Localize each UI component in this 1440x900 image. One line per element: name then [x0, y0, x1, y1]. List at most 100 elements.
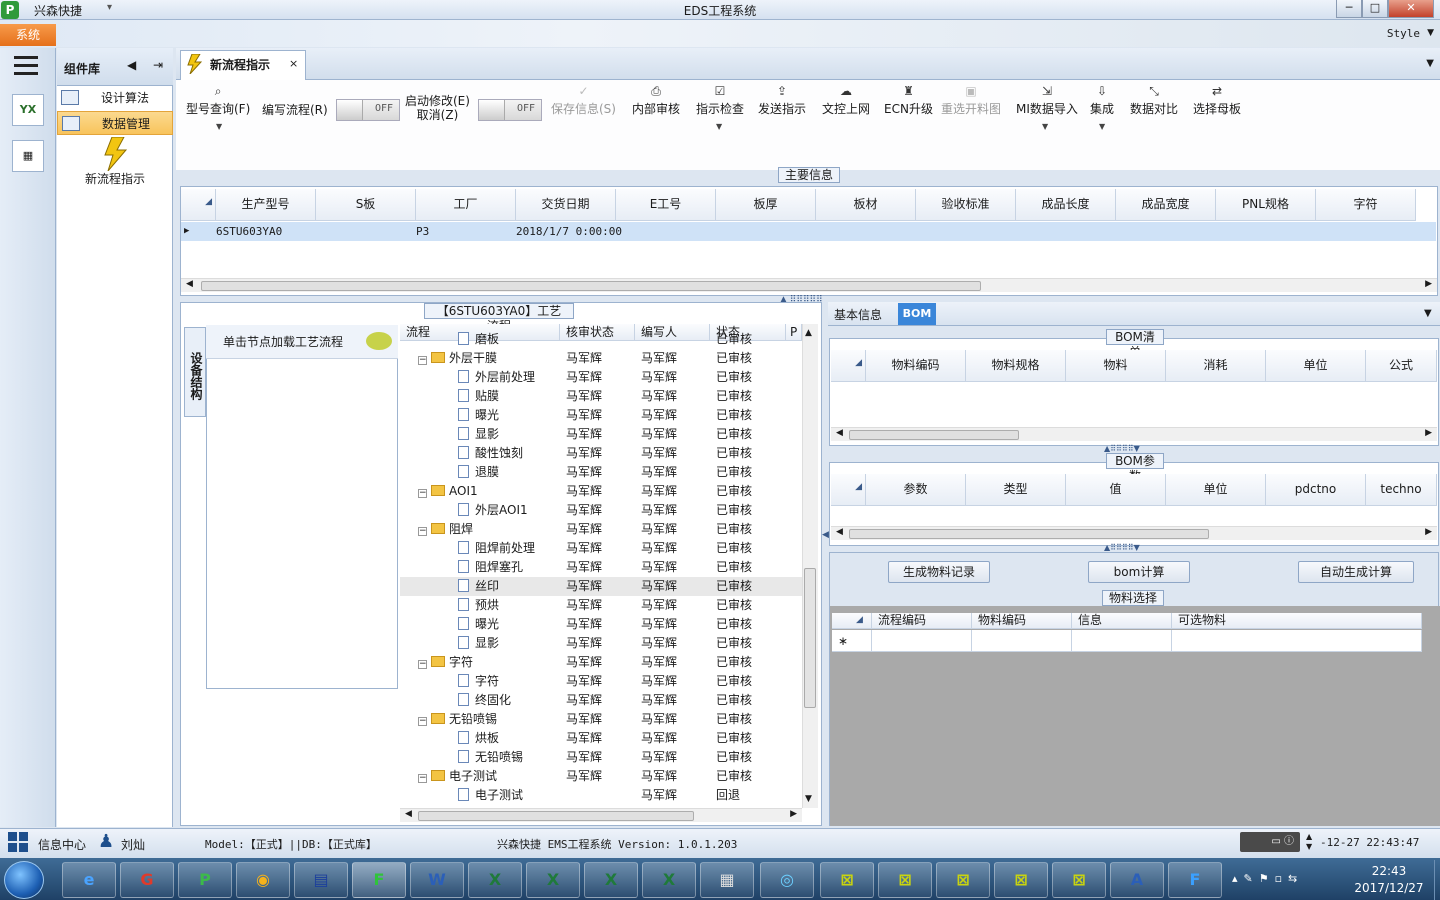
scroll-down-icon[interactable]: ▼ [805, 794, 812, 804]
column-header[interactable]: 字符 [1316, 189, 1416, 221]
tree-row[interactable]: − 阻焊 马军辉 马军辉 已审核 [400, 520, 802, 539]
column-header-flow-code[interactable]: 流程编码 [872, 613, 972, 629]
right-tab-dropdown-icon[interactable]: ▼ [1424, 308, 1432, 319]
start-modify-toggle[interactable]: OFF [478, 99, 542, 121]
grid-corner[interactable]: ◢ [831, 350, 866, 382]
taskbar-excel-icon[interactable]: X [468, 862, 522, 898]
taskbar-eye-app-icon[interactable]: ◎ [760, 862, 814, 898]
tree-row[interactable]: 贴膜 马军辉 马军辉 已审核 [400, 387, 802, 406]
style-dropdown-icon[interactable]: ▼ [1427, 28, 1434, 38]
column-header[interactable]: 消耗 [1166, 350, 1266, 382]
tree-row[interactable]: − 字符 马军辉 马军辉 已审核 [400, 653, 802, 672]
component-item-design-algorithm[interactable]: 设计算法 [57, 86, 173, 110]
taskbar-ie-icon[interactable]: e [62, 862, 116, 898]
collapse-toggle-icon[interactable]: − [418, 489, 427, 498]
splitter-handle-icon[interactable]: ▲⠿⠿⠿⠿▼ [1104, 444, 1140, 453]
collapse-toggle-icon[interactable]: − [418, 717, 427, 726]
bom-calc-button[interactable]: bom计算 [1088, 561, 1190, 583]
start-button-icon[interactable] [4, 861, 44, 899]
column-header[interactable]: 生产型号 [216, 189, 316, 221]
generate-material-record-button[interactable]: 生成物料记录 [888, 561, 990, 583]
taskbar-g-app-icon[interactable]: G [120, 862, 174, 898]
new-row-cell[interactable] [872, 630, 972, 652]
hamburger-menu-icon[interactable] [14, 56, 38, 76]
tree-row[interactable]: 字符 马军辉 马军辉 已审核 [400, 672, 802, 691]
tree-row[interactable]: − AOI1 马军辉 马军辉 已审核 [400, 482, 802, 501]
collapse-left-icon[interactable]: ◀ [127, 58, 136, 72]
instruction-check-dropdown-icon[interactable]: ▼ [716, 122, 722, 131]
tree-node-name[interactable]: − 字符 [418, 653, 473, 672]
tree-node-name[interactable]: 终固化 [458, 691, 511, 710]
tree-row[interactable]: − 外层干膜 马军辉 马军辉 已审核 [400, 349, 802, 368]
column-header[interactable]: 成品长度 [1016, 189, 1116, 221]
new-row-cell[interactable] [972, 630, 1072, 652]
taskbar-p-app-icon[interactable]: P [178, 862, 232, 898]
column-header-optional-material[interactable]: 可选物料 [1172, 613, 1422, 629]
internal-review-button[interactable]: ⎙ 内部审核 [632, 84, 680, 124]
integrate-button[interactable]: ⇩ 集成 [1090, 84, 1114, 124]
tab-bom[interactable]: BOM [898, 303, 936, 325]
tree-node-name[interactable]: 退膜 [458, 463, 499, 482]
flow-tree-vscrollbar[interactable] [802, 324, 818, 808]
minimize-button[interactable]: ─ [1336, 0, 1362, 18]
column-header[interactable]: 物料规格 [966, 350, 1066, 382]
tree-node-name[interactable]: 丝印 [458, 577, 499, 596]
column-header[interactable]: 单位 [1166, 474, 1266, 506]
tree-node-name[interactable]: 曝光 [458, 406, 499, 425]
tree-node-name[interactable]: 阻焊塞孔 [458, 558, 523, 577]
taskbar-save-icon[interactable]: ▤ [294, 862, 348, 898]
lightning-icon[interactable] [100, 137, 130, 171]
auto-generate-calc-button[interactable]: 自动生成计算 [1298, 561, 1414, 583]
write-flow-button[interactable]: 编写流程(R) [262, 101, 328, 141]
reselect-cut-drawing-button[interactable]: ▣ 重选开料图 [941, 84, 1001, 124]
system-tray-icons[interactable]: ▴✎⚑▫⇆ [1232, 872, 1303, 885]
collapse-panel-icon[interactable]: ◀ [822, 530, 829, 540]
new-flow-launcher[interactable]: 新流程指示 [57, 170, 173, 187]
grid-corner[interactable]: ◢ [831, 474, 866, 506]
tree-node-name[interactable]: 磨板 [458, 332, 499, 349]
select-mother-board-button[interactable]: ⇄ 选择母板 [1193, 84, 1241, 124]
yx-module-icon[interactable]: YX [12, 94, 44, 126]
taskbar-x-window-icon[interactable]: ⊠ [820, 862, 874, 898]
column-header[interactable]: techno [1366, 474, 1437, 506]
tree-node-name[interactable]: − 外层干膜 [418, 349, 497, 368]
bom-list-hscrollbar[interactable]: ◀ ▶ [831, 427, 1437, 441]
tree-row[interactable]: 显影 马军辉 马军辉 已审核 [400, 425, 802, 444]
taskbar-x-window-icon[interactable]: ⊠ [994, 862, 1048, 898]
tab-basic-info[interactable]: 基本信息 [834, 306, 882, 323]
component-item-data-management[interactable]: 数据管理 [57, 111, 173, 135]
save-info-button[interactable]: ✓ 保存信息(S) [551, 84, 616, 124]
flow-tree-hscrollbar[interactable]: ◀ ▶ [400, 808, 802, 822]
table-row[interactable] [216, 222, 1436, 241]
column-header[interactable]: 物料 [1066, 350, 1166, 382]
maximize-button[interactable]: □ [1362, 0, 1388, 18]
scroll-up-icon[interactable]: ▲ [805, 328, 812, 338]
collapse-toggle-icon[interactable]: − [418, 356, 427, 365]
column-header[interactable]: 单位 [1266, 350, 1366, 382]
column-header[interactable]: 板材 [816, 189, 916, 221]
tree-row[interactable]: 显影 马军辉 马军辉 已审核 [400, 634, 802, 653]
column-header[interactable]: 公式 [1366, 350, 1437, 382]
taskbar-x-window-icon[interactable]: ⊠ [878, 862, 932, 898]
column-header[interactable]: S板 [316, 189, 416, 221]
column-header[interactable]: E工号 [616, 189, 716, 221]
tree-row[interactable]: 丝印 马军辉 马军辉 已审核 [400, 577, 802, 596]
show-desktop-button[interactable] [1434, 860, 1440, 900]
tree-node-name[interactable]: 显影 [458, 425, 499, 444]
tab-equipment-structure[interactable]: 设备结构 [184, 327, 206, 417]
taskbar-x-window-icon[interactable]: ⊠ [1052, 862, 1106, 898]
write-flow-toggle[interactable]: OFF [336, 99, 400, 121]
tree-node-name[interactable]: 预烘 [458, 596, 499, 615]
column-header[interactable]: 成品宽度 [1116, 189, 1216, 221]
tree-node-name[interactable]: 阻焊前处理 [458, 539, 535, 558]
model-query-dropdown-icon[interactable]: ▼ [216, 122, 222, 131]
column-header[interactable]: 值 [1066, 474, 1166, 506]
tree-row[interactable]: 曝光 马军辉 马军辉 已审核 [400, 406, 802, 425]
windows-grid-icon[interactable] [8, 832, 28, 852]
model-query-button[interactable]: ⌕ 型号查询(F) [186, 84, 250, 124]
tree-row[interactable]: 终固化 马军辉 马军辉 已审核 [400, 691, 802, 710]
data-compare-button[interactable]: ⤡ 数据对比 [1130, 84, 1178, 124]
column-header[interactable]: 板厚 [716, 189, 816, 221]
send-instruction-button[interactable]: ⇪ 发送指示 [758, 84, 806, 124]
taskbar-excel-icon[interactable]: X [642, 862, 696, 898]
